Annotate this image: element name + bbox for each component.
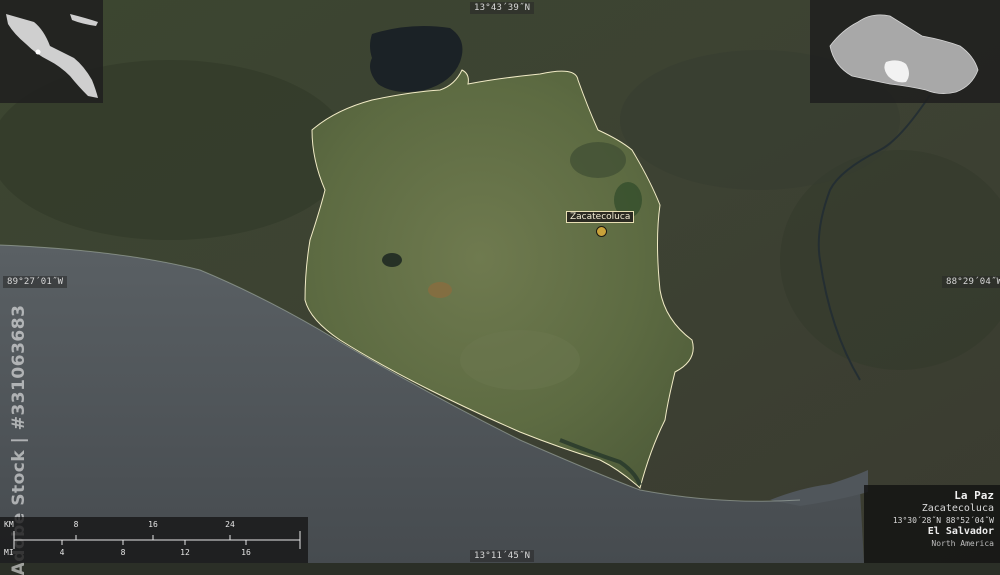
scale-km-tick: 16 bbox=[148, 520, 158, 529]
field-patch bbox=[428, 282, 452, 298]
capital-name: Zacatecoluca bbox=[921, 503, 994, 514]
region-name: La Paz bbox=[954, 489, 994, 502]
coord-right: 88°29´04˝W bbox=[942, 276, 1000, 288]
city-marker-icon[interactable] bbox=[596, 226, 607, 237]
coord-left: 89°27´01˝W bbox=[3, 276, 68, 288]
capital-coordinates: 13°30´28˝N 88°52´04˝W bbox=[892, 516, 994, 525]
scale-mi-unit: MI bbox=[4, 548, 14, 557]
scale-km-tick: 24 bbox=[225, 520, 235, 529]
city-label[interactable]: Zacatecoluca bbox=[566, 211, 635, 223]
scale-mi-tick: 16 bbox=[241, 548, 251, 557]
scale-mi-tick: 8 bbox=[120, 548, 126, 557]
scale-mi-tick: 12 bbox=[180, 548, 190, 557]
scale-km-unit: KM bbox=[4, 520, 14, 529]
scale-km-tick: 8 bbox=[73, 520, 79, 529]
info-panel: La Paz Zacatecoluca 13°30´28˝N 88°52´04˝… bbox=[864, 485, 1000, 563]
scale-mi-tick: 4 bbox=[59, 548, 65, 557]
field-patch bbox=[460, 330, 580, 390]
volcano-crater bbox=[570, 142, 626, 178]
continent-name: North America bbox=[931, 539, 994, 548]
country-name: El Salvador bbox=[927, 526, 994, 537]
satellite-map[interactable] bbox=[0, 0, 1000, 563]
coord-top: 13°43´39˝N bbox=[470, 2, 535, 14]
lagoon bbox=[382, 253, 402, 267]
scale-bar: KM 8 16 24 MI 4 8 12 16 bbox=[0, 517, 308, 563]
coord-bottom: 13°11´45˝N bbox=[470, 550, 535, 562]
